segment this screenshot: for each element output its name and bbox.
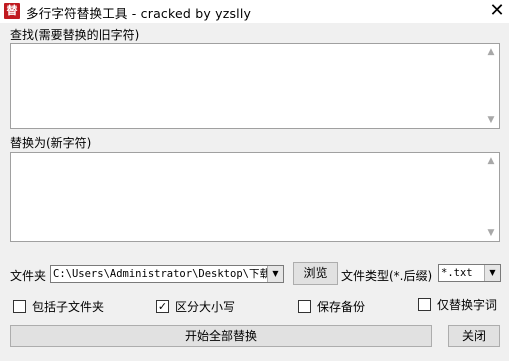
scroll-down-icon[interactable]: ▼ [483, 112, 499, 128]
title-bar: 替 多行字符替换工具 - cracked by yzslly ✕ [0, 0, 509, 23]
scroll-down-icon[interactable]: ▼ [483, 225, 499, 241]
filetype-label: 文件类型(*.后缀) [341, 269, 433, 283]
close-window-button[interactable]: ✕ [488, 1, 506, 21]
filetype-select[interactable]: *.txt ▼ [438, 264, 501, 282]
check-icon: ✓ [157, 300, 168, 313]
scroll-up-icon[interactable]: ▲ [483, 44, 499, 60]
chevron-down-icon[interactable]: ▼ [484, 265, 500, 281]
start-replace-button[interactable]: 开始全部替换 [10, 325, 432, 347]
folder-select[interactable]: C:\Users\Administrator\Desktop\下载) ▼ [50, 265, 284, 283]
chevron-down-icon[interactable]: ▼ [267, 266, 283, 282]
folder-label: 文件夹 [10, 269, 47, 283]
replace-textarea[interactable]: ▲ ▼ [10, 152, 500, 242]
find-textarea[interactable]: ▲ ▼ [10, 43, 500, 129]
replace-label: 替换为(新字符) [10, 136, 92, 150]
folder-path: C:\Users\Administrator\Desktop\下载) [53, 268, 267, 280]
find-label: 查找(需要替换的旧字符) [10, 28, 140, 42]
replace-scrollbar[interactable]: ▲ ▼ [483, 153, 499, 241]
scroll-up-icon[interactable]: ▲ [483, 153, 499, 169]
whole-word-checkbox[interactable] [418, 298, 431, 311]
find-scrollbar[interactable]: ▲ ▼ [483, 44, 499, 128]
save-backup-checkbox[interactable] [298, 300, 311, 313]
include-subfolders-label[interactable]: 包括子文件夹 [32, 298, 104, 315]
save-backup-label[interactable]: 保存备份 [317, 298, 365, 315]
browse-button[interactable]: 浏览 [293, 262, 338, 285]
window-title: 多行字符替换工具 - cracked by yzslly [26, 6, 252, 21]
case-sensitive-checkbox[interactable]: ✓ [156, 300, 169, 313]
app-icon: 替 [4, 3, 20, 19]
case-sensitive-label[interactable]: 区分大小写 [175, 298, 235, 315]
close-button[interactable]: 关闭 [448, 325, 500, 347]
include-subfolders-checkbox[interactable] [13, 300, 26, 313]
whole-word-label[interactable]: 仅替换字词 [437, 296, 497, 313]
filetype-value: *.txt [441, 267, 473, 279]
